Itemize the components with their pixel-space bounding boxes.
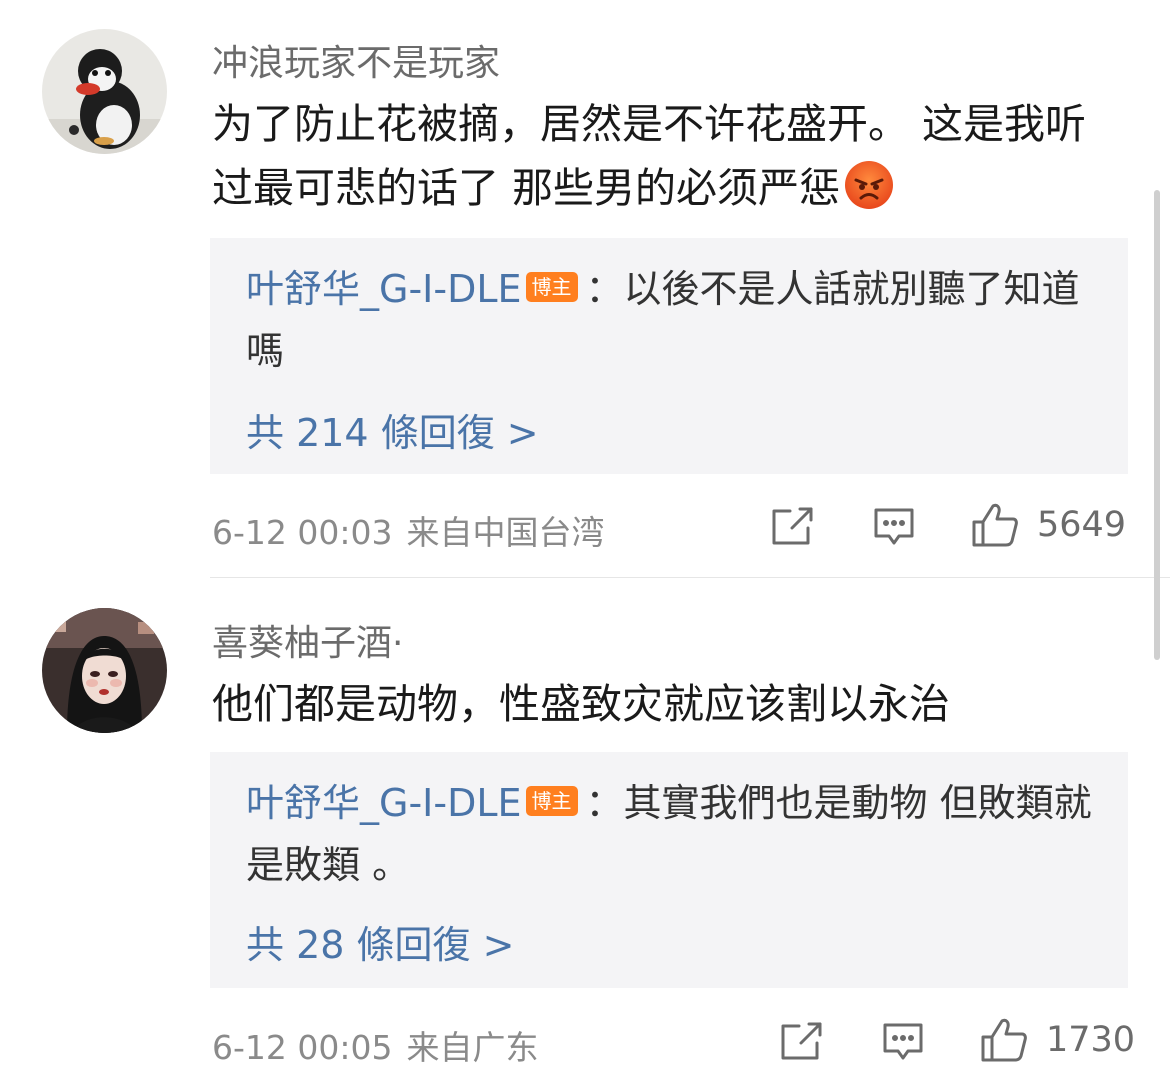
reply-text: 叶舒华_G-I-DLE 博主 ：其實我們也是動物 但敗類就是敗類 。 [246,772,1106,896]
view-replies-link[interactable]: 共 28 條回復 > [246,914,514,969]
avatar[interactable] [42,608,167,733]
comment-username[interactable]: 喜葵柚子酒· [212,614,403,666]
reply-preview[interactable]: 叶舒华_G-I-DLE 博主 ：以後不是人話就別聽了知道嗎 共 214 條回復 > [210,238,1128,474]
comment-text-content: 他们都是动物，性盛致灾就应该割以永治 [212,680,950,728]
share-icon[interactable] [779,1021,823,1065]
comment-item: 冲浪玩家不是玩家 为了防止花被摘，居然是不许花盛开。 这是我听过最可悲的话了 那… [0,0,1170,578]
angry-face-emoji [844,160,894,210]
comment-text: 他们都是动物，性盛致灾就应该割以永治 [212,672,1112,736]
comment-text: 为了防止花被摘，居然是不许花盛开。 这是我听过最可悲的话了 那些男的必须严惩 [212,92,1112,220]
comment-time: 6-12 00:03 [212,513,393,552]
reply-author[interactable]: 叶舒华_G-I-DLE [246,781,522,825]
author-badge: 博主 [525,786,578,816]
reply-text: 叶舒华_G-I-DLE 博主 ：以後不是人話就別聽了知道嗎 [246,258,1106,382]
comment-location: 来自广东 [406,1028,539,1067]
comment-list: 冲浪玩家不是玩家 为了防止花被摘，居然是不许花盛开。 这是我听过最可悲的话了 那… [0,0,1170,1081]
like-count: 5649 [1037,505,1127,545]
comment-icon[interactable] [881,1021,925,1067]
comment-text-content: 为了防止花被摘，居然是不许花盛开。 这是我听过最可悲的话了 那些男的必须严惩 [212,100,1087,212]
comment-username[interactable]: 冲浪玩家不是玩家 [212,34,500,86]
reply-preview[interactable]: 叶舒华_G-I-DLE 博主 ：其實我們也是動物 但敗類就是敗類 。 共 28 條回… [210,752,1128,988]
view-replies-link[interactable]: 共 214 條回復 > [246,402,539,457]
like-icon[interactable] [980,1017,1028,1067]
comment-time: 6-12 00:05 [212,1028,393,1067]
reply-author[interactable]: 叶舒华_G-I-DLE [246,267,522,311]
avatar[interactable] [42,29,167,154]
comment-icon[interactable] [872,506,916,552]
share-icon[interactable] [770,506,814,550]
like-count: 1730 [1046,1020,1136,1060]
comment-meta: 6-12 00:05 来自广东 [212,1021,539,1069]
like-icon[interactable] [971,502,1019,552]
comment-meta: 6-12 00:03 来自中国台湾 [212,506,605,554]
author-badge: 博主 [525,272,578,302]
comment-item: 喜葵柚子酒· 他们都是动物，性盛致灾就应该割以永治 叶舒华_G-I-DLE 博主：… [0,578,1170,1081]
comment-location: 来自中国台湾 [406,513,605,552]
scrollbar[interactable] [1154,190,1160,660]
